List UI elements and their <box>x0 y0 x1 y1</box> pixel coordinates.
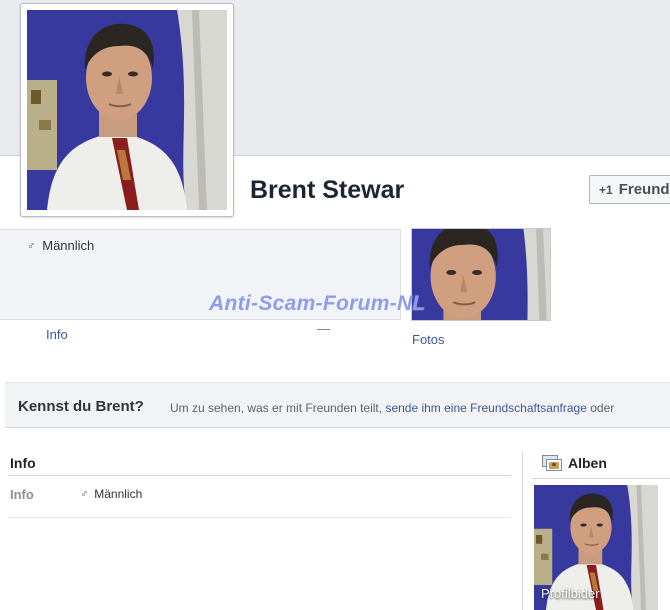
banner-text: Um zu sehen, was er mit Freunden teilt, … <box>170 401 614 415</box>
fotos-thumbnail-image[interactable] <box>412 229 550 320</box>
gender-row: ♂ Männlich <box>27 238 94 253</box>
watermark: Anti-Scam-Forum-NL <box>209 292 426 315</box>
send-friend-request-link[interactable]: sende ihm eine Freundschaftsanfrage <box>385 401 586 415</box>
tab-divider <box>317 329 330 330</box>
divider <box>8 517 511 518</box>
profile-name[interactable]: Brent Stewar <box>250 176 404 205</box>
info-gender-value: Männlich <box>94 487 143 501</box>
add-friend-icon: +1 <box>599 182 613 197</box>
tab-info[interactable]: Info <box>46 327 68 342</box>
album-caption[interactable]: Profilbider <box>541 586 600 601</box>
profile-picture[interactable] <box>27 10 227 210</box>
divider <box>532 478 670 479</box>
banner-text-before: Um zu sehen, was er mit Freunden teilt, <box>170 401 383 415</box>
albums-icon <box>542 455 562 471</box>
info-row-label: Info <box>10 487 34 502</box>
info-section-heading: Info <box>10 455 36 471</box>
banner-text-after: oder <box>590 401 615 415</box>
gender-label: Männlich <box>42 238 95 253</box>
banner-title: Kennst du Brent? <box>18 398 144 415</box>
tab-fotos[interactable]: Fotos <box>412 332 445 347</box>
friend-request-banner: Kennst du Brent? Um zu sehen, was er mit… <box>5 382 670 428</box>
add-friend-button[interactable]: +1 Freund <box>589 175 670 204</box>
albums-heading-label: Alben <box>568 455 607 471</box>
male-icon: ♂ <box>80 488 89 500</box>
fotos-thumbnail[interactable] <box>411 228 551 321</box>
add-friend-label: Freund <box>618 181 670 198</box>
profile-picture-frame[interactable] <box>20 3 234 217</box>
albums-heading[interactable]: Alben <box>542 455 607 471</box>
divider <box>8 475 511 476</box>
male-icon: ♂ <box>27 239 36 252</box>
info-gender: ♂ Männlich <box>80 487 142 501</box>
column-divider <box>522 452 523 610</box>
